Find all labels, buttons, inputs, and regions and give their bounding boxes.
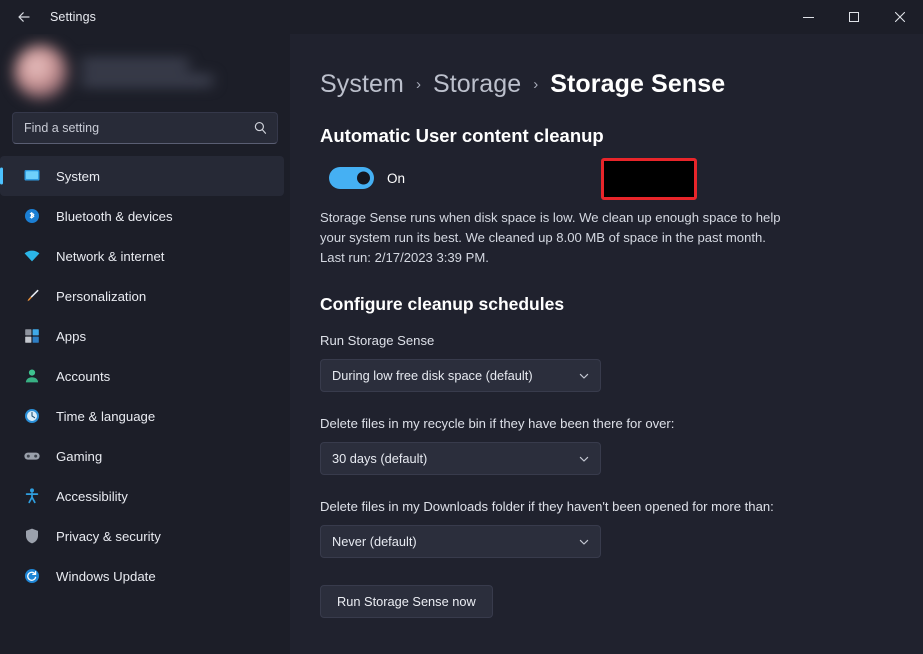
gamepad-icon [22, 447, 41, 466]
sidebar-item-accessibility[interactable]: Accessibility [0, 476, 284, 516]
avatar [14, 45, 68, 99]
sidebar-item-label: Gaming [56, 448, 103, 464]
search-box[interactable] [12, 112, 278, 144]
chevron-down-icon [578, 453, 590, 465]
close-button[interactable] [877, 0, 923, 34]
sidebar-nav: System Bluetooth & devices Network & int… [0, 156, 290, 596]
field-downloads-folder: Delete files in my Downloads folder if t… [320, 497, 923, 558]
back-button[interactable] [6, 2, 42, 32]
accessibility-icon [22, 487, 41, 506]
sidebar-item-label: System [56, 168, 100, 184]
window-controls [785, 0, 923, 34]
breadcrumb-storage[interactable]: Storage [433, 70, 521, 99]
breadcrumb: System › Storage › Storage Sense [320, 70, 923, 99]
sidebar-item-personalization[interactable]: Personalization [0, 276, 284, 316]
dropdown-value: 30 days (default) [332, 451, 428, 466]
maximize-button[interactable] [831, 0, 877, 34]
title-bar: Settings [0, 0, 923, 34]
sidebar-item-privacy-security[interactable]: Privacy & security [0, 516, 284, 556]
field-label: Delete files in my Downloads folder if t… [320, 499, 774, 514]
settings-window: Settings Find a setting System Bluetooth… [0, 0, 923, 654]
sidebar-item-label: Accounts [56, 368, 111, 384]
downloads-retention-dropdown[interactable]: Never (default) [320, 525, 601, 558]
shield-icon [22, 527, 41, 546]
dropdown-value: During low free disk space (default) [332, 368, 533, 383]
sidebar-item-apps[interactable]: Apps [0, 316, 284, 356]
storage-sense-toggle[interactable] [329, 167, 374, 189]
field-recycle-bin: Delete files in my recycle bin if they h… [320, 414, 923, 475]
search-icon [253, 121, 268, 136]
maximize-icon [849, 12, 859, 22]
breadcrumb-current: Storage Sense [550, 70, 726, 98]
sidebar-item-label: Personalization [56, 288, 147, 304]
sidebar-item-label: Time & language [56, 408, 156, 424]
sidebar-item-bluetooth-devices[interactable]: Bluetooth & devices [0, 196, 284, 236]
sidebar: System Bluetooth & devices [0, 34, 290, 654]
minimize-button[interactable] [785, 0, 831, 34]
storage-sense-description: Storage Sense runs when disk space is lo… [320, 210, 781, 265]
run-storage-sense-now-button[interactable]: Run Storage Sense now [320, 585, 493, 618]
run-storage-sense-dropdown[interactable]: During low free disk space (default) [320, 359, 601, 392]
chevron-down-icon [578, 536, 590, 548]
profile-email-redacted [81, 75, 213, 85]
sidebar-item-system[interactable]: System [0, 156, 284, 196]
field-run-storage-sense: Run Storage Sense During low free disk s… [320, 331, 923, 392]
sidebar-item-windows-update[interactable]: Windows Update [0, 556, 284, 596]
wifi-icon [22, 247, 41, 266]
breadcrumb-separator-icon: › [415, 76, 421, 93]
profile-name-redacted [81, 59, 189, 69]
paintbrush-icon [22, 287, 41, 306]
annotation-highlight-box [601, 158, 697, 200]
recycle-bin-retention-dropdown[interactable]: 30 days (default) [320, 442, 601, 475]
sidebar-item-network-internet[interactable]: Network & internet [0, 236, 284, 276]
apps-grid-icon [22, 327, 41, 346]
close-icon [894, 11, 906, 23]
user-profile[interactable] [0, 36, 290, 108]
profile-text-redacted [81, 59, 213, 85]
monitor-icon [22, 167, 41, 186]
breadcrumb-system[interactable]: System [320, 70, 404, 99]
clock-icon [22, 407, 41, 426]
chevron-down-icon [578, 370, 590, 382]
bluetooth-icon [22, 207, 41, 226]
storage-sense-toggle-row[interactable]: On [320, 160, 415, 196]
search-container [0, 112, 290, 144]
dropdown-value: Never (default) [332, 534, 417, 549]
sidebar-item-label: Network & internet [56, 248, 165, 264]
sidebar-item-accounts[interactable]: Accounts [0, 356, 284, 396]
search-input[interactable] [13, 113, 277, 143]
minimize-icon [802, 16, 814, 18]
page-title: Automatic User content cleanup [320, 125, 604, 146]
person-icon [22, 367, 41, 386]
sidebar-item-label: Bluetooth & devices [56, 208, 173, 224]
back-arrow-icon [16, 9, 32, 25]
main-content: System › Storage › Storage Sense Automat… [290, 34, 923, 654]
sidebar-item-label: Apps [56, 328, 87, 344]
breadcrumb-separator-icon: › [533, 76, 539, 93]
sidebar-item-time-language[interactable]: Time & language [0, 396, 284, 436]
update-refresh-icon [22, 567, 41, 586]
sidebar-item-label: Windows Update [56, 568, 156, 584]
field-label: Run Storage Sense [320, 333, 435, 348]
sidebar-item-gaming[interactable]: Gaming [0, 436, 284, 476]
sidebar-item-label: Privacy & security [56, 528, 161, 544]
configure-schedules-title: Configure cleanup schedules [320, 294, 565, 314]
app-title: Settings [50, 10, 96, 24]
field-label: Delete files in my recycle bin if they h… [320, 416, 675, 431]
sidebar-item-label: Accessibility [56, 488, 128, 504]
toggle-state-label: On [387, 170, 406, 186]
window-body: System Bluetooth & devices [0, 34, 923, 654]
toggle-knob [357, 171, 370, 185]
